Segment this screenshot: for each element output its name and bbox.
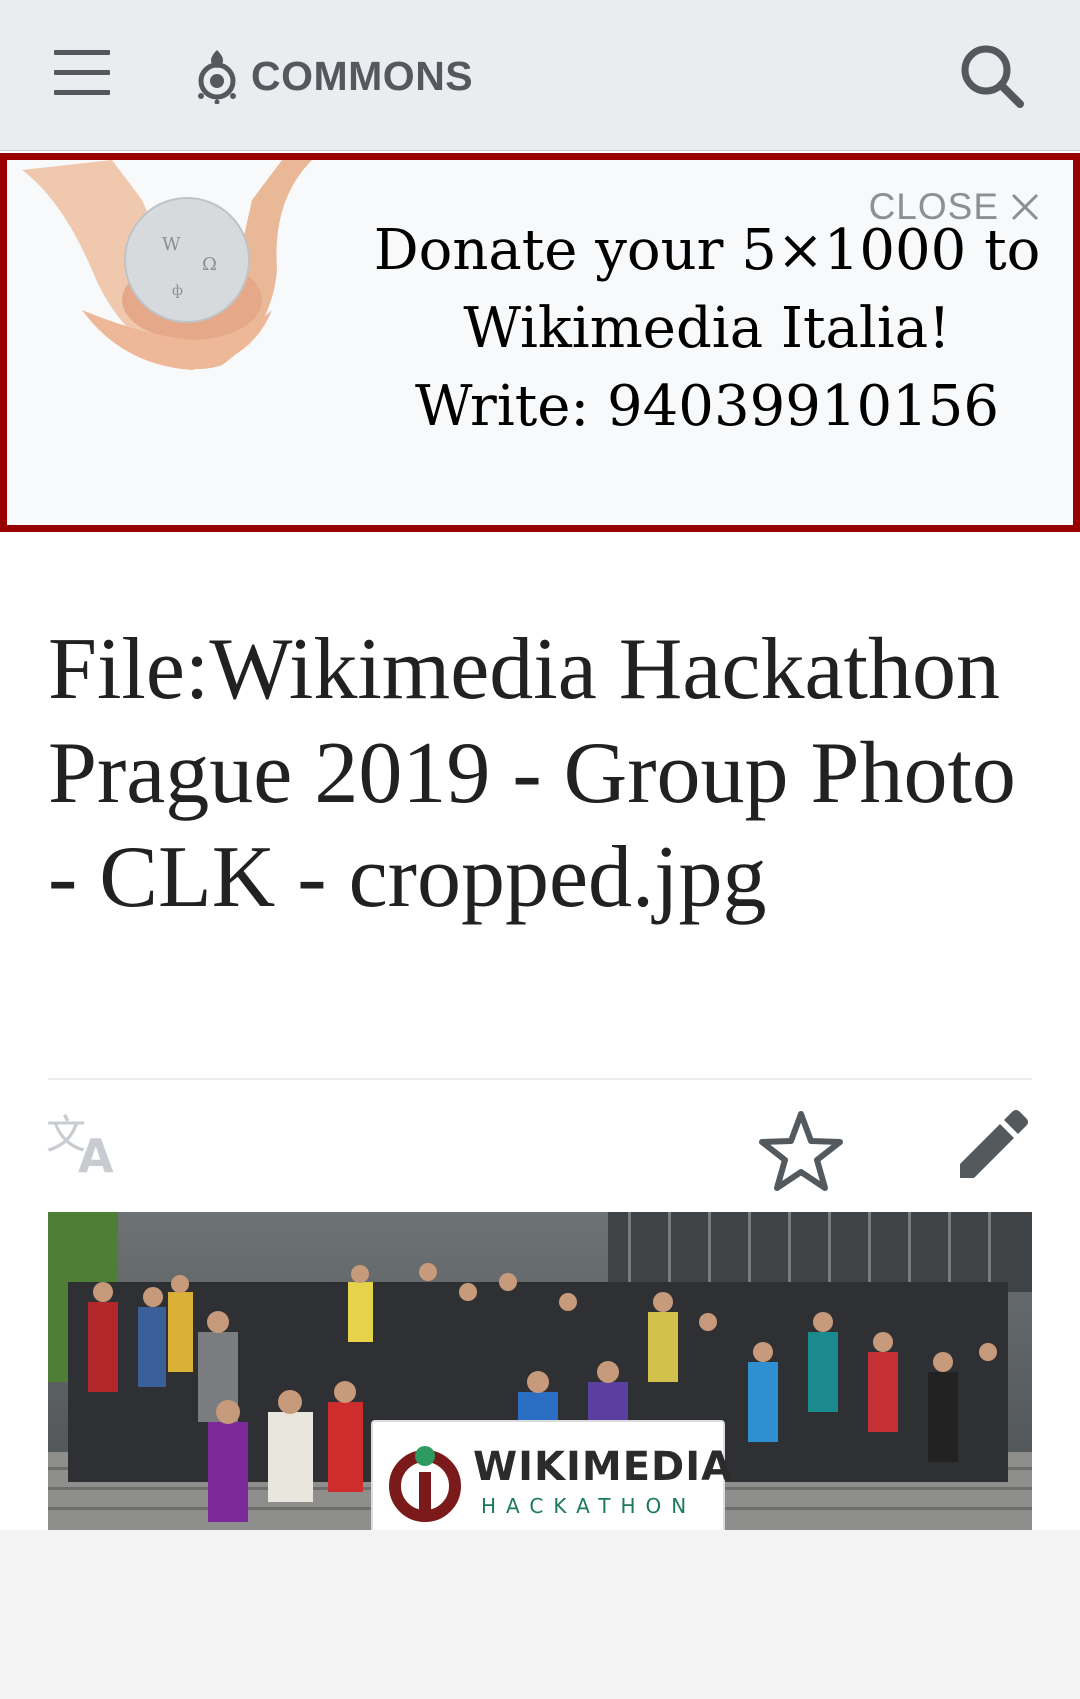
- banner-sub: HACKATHON: [481, 1494, 697, 1518]
- banner-line-2: Wikimedia Italia!: [463, 296, 951, 361]
- title-divider: [48, 1078, 1032, 1080]
- search-icon[interactable]: [956, 40, 1028, 112]
- banner-message: Donate your 5×1000 to Wikimedia Italia! …: [352, 212, 1062, 446]
- donation-banner: W Ω ф CLOSE Donate your 5×1000 to Wikime…: [0, 153, 1080, 532]
- wikimedia-hackathon-banner: WIKIMEDIA HACKATHON: [373, 1422, 732, 1530]
- star-icon[interactable]: [758, 1108, 844, 1194]
- svg-text:Ω: Ω: [202, 254, 217, 275]
- logo-text: COMMONS: [251, 52, 474, 99]
- banner-word: WIKIMEDIA: [473, 1444, 734, 1490]
- wikimedia-commons-logo-icon: [198, 50, 236, 104]
- svg-text:ф: ф: [172, 283, 183, 299]
- hands-holding-globe-image: W Ω ф: [22, 160, 312, 370]
- wikimedia-logo-icon: [389, 1446, 461, 1522]
- page-bottom-area: [0, 1530, 1080, 1699]
- site-logo[interactable]: COMMONS: [195, 46, 473, 106]
- svg-text:W: W: [162, 234, 181, 255]
- top-header: COMMONS: [0, 0, 1080, 151]
- banner-line-3: Write: 94039910156: [415, 374, 999, 439]
- file-image-preview[interactable]: WIKIMEDIA HACKATHON: [48, 1212, 1032, 1530]
- page-title: File:Wikimedia Hackathon Prague 2019 - G…: [48, 621, 1016, 926]
- language-icon[interactable]: 文 A: [46, 1110, 126, 1178]
- hamburger-menu-icon[interactable]: [48, 44, 118, 104]
- pencil-edit-icon[interactable]: [954, 1108, 1030, 1184]
- svg-text:A: A: [78, 1129, 114, 1178]
- banner-line-1: Donate your 5×1000 to: [373, 218, 1041, 283]
